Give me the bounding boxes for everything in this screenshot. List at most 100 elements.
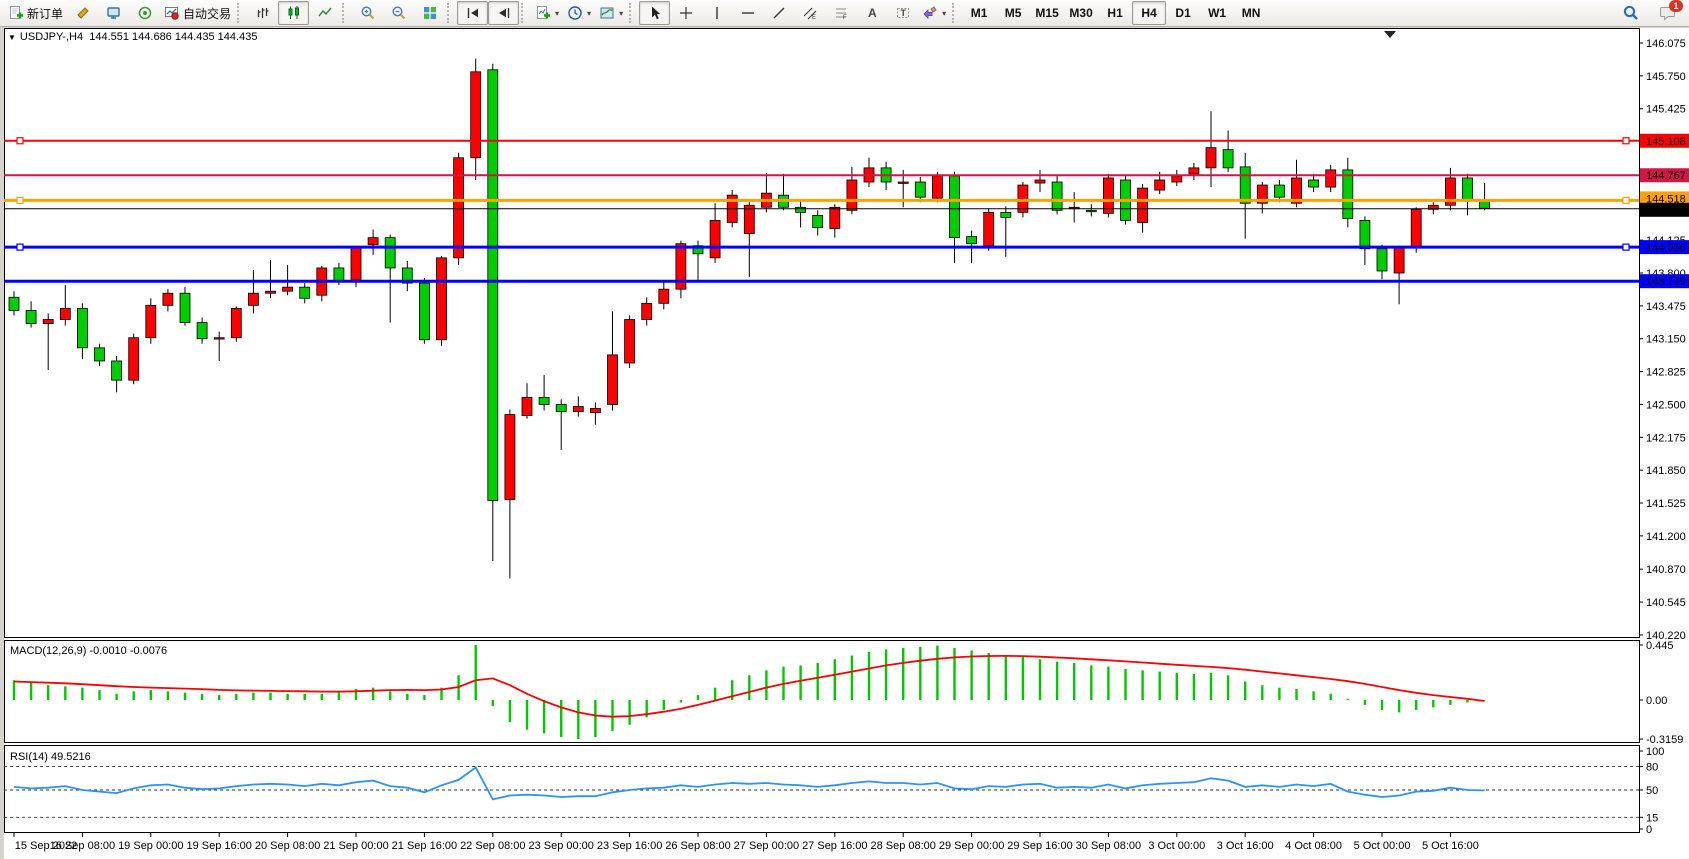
tf-m30-button-label: M30 [1069,6,1092,20]
search-button[interactable] [1615,1,1646,25]
svg-text:0.00: 0.00 [1646,695,1667,707]
tf-m1-button-label: M1 [971,6,988,20]
svg-text:27 Sep 00:00: 27 Sep 00:00 [734,840,799,852]
tf-mn-button[interactable]: MN [1234,1,1268,25]
chart-canvas[interactable]: 146.075145.750145.425145.100144.775144.4… [0,28,1689,859]
zoom-out-button[interactable] [383,1,414,25]
svg-text:30 Sep 08:00: 30 Sep 08:00 [1076,840,1141,852]
line-handle[interactable] [17,138,23,144]
svg-text:23 Sep 16:00: 23 Sep 16:00 [597,840,662,852]
svg-text:146.075: 146.075 [1646,38,1686,50]
textA-icon: A [864,5,880,21]
autoscroll-icon [465,5,481,21]
svg-text:A: A [868,6,877,20]
fibonacci-button[interactable]: F [825,1,856,25]
autotrading-button[interactable]: 自动交易 [160,1,235,25]
chevron-down-icon[interactable]: ▾ [942,9,946,18]
svg-text:145.108: 145.108 [1646,136,1686,148]
indicators-button[interactable]: ▾ [531,1,563,25]
trendline-button[interactable] [763,1,794,25]
vline-icon [709,5,725,21]
tf-m1-button[interactable]: M1 [962,1,996,25]
chart-shift-button[interactable] [488,1,519,25]
svg-text:-0.3159: -0.3159 [1646,734,1683,746]
toolbar-separator [237,3,243,23]
trendline-icon [771,5,787,21]
line-chart-button[interactable] [309,1,340,25]
zoom-in-button[interactable] [352,1,383,25]
tf-h4-button[interactable]: H4 [1132,1,1166,25]
notifications-button[interactable]: 1 [1652,1,1683,25]
tf-d1-button-label: D1 [1175,6,1190,20]
auto-scroll-button[interactable] [457,1,488,25]
collapse-triangle-icon[interactable]: ▼ [8,33,16,42]
horizontal-line-button[interactable] [732,1,763,25]
toolbar-separator [629,3,635,23]
toolbar-separator [952,3,958,23]
tf-m5-button[interactable]: M5 [996,1,1030,25]
svg-text:141.850: 141.850 [1646,465,1686,477]
svg-text:4 Oct 08:00: 4 Oct 08:00 [1285,840,1342,852]
toolbar-separator [447,3,453,23]
svg-text:0: 0 [1646,824,1652,836]
chart-symbol-period: USDJPY-,H4 [20,31,83,43]
fibo-icon: F [833,5,849,21]
svg-text:140.870: 140.870 [1646,564,1686,576]
chart-title[interactable]: ▼USDJPY-,H4 144.551 144.686 144.435 144.… [8,31,257,43]
rsi-indicator-label: RSI(14) 49.5216 [10,751,91,763]
svg-text:26 Sep 08:00: 26 Sep 08:00 [665,840,730,852]
tf-h1-button[interactable]: H1 [1098,1,1132,25]
tf-w1-button[interactable]: W1 [1200,1,1234,25]
chevron-down-icon[interactable]: ▾ [587,9,591,18]
line-handle[interactable] [1623,244,1629,250]
alerts-button[interactable] [67,1,98,25]
line-handle[interactable] [1623,197,1629,203]
svg-text:E: E [812,15,816,21]
template-icon [599,5,615,21]
svg-text:142.500: 142.500 [1646,399,1686,411]
tf-d1-button[interactable]: D1 [1166,1,1200,25]
crosshair-button[interactable] [670,1,701,25]
svg-text:80: 80 [1646,762,1658,774]
candle-chart-button[interactable] [278,1,309,25]
text-button[interactable]: A [856,1,887,25]
templates-button[interactable]: ▾ [595,1,627,25]
chevron-down-icon[interactable]: ▾ [619,9,623,18]
vertical-line-button[interactable] [701,1,732,25]
tile-windows-button[interactable] [414,1,445,25]
svg-text:T: T [900,8,906,18]
tf-m15-button[interactable]: M15 [1030,1,1064,25]
svg-text:50: 50 [1646,785,1658,797]
svg-text:16 Sep 08:00: 16 Sep 08:00 [50,840,115,852]
chevron-down-icon[interactable]: ▾ [555,9,559,18]
chart-window[interactable]: 146.075145.750145.425145.100144.775144.4… [0,28,1689,859]
svg-text:22 Sep 08:00: 22 Sep 08:00 [460,840,525,852]
new-order-button[interactable]: 新订单 [4,1,67,25]
hline-icon [740,5,756,21]
svg-text:141.525: 141.525 [1646,498,1686,510]
tf-m30-button[interactable]: M30 [1064,1,1098,25]
svg-text:140.545: 140.545 [1646,597,1686,609]
line-handle[interactable] [17,244,23,250]
shapes-button[interactable]: ▾ [918,1,950,25]
bar-chart-button[interactable] [247,1,278,25]
terminal-button[interactable] [129,1,160,25]
line-handle[interactable] [17,197,23,203]
cursor-button[interactable] [639,1,670,25]
svg-text:0.445: 0.445 [1646,640,1674,652]
monitor-icon [106,5,122,21]
svg-text:21 Sep 16:00: 21 Sep 16:00 [392,840,457,852]
navigator-button[interactable] [98,1,129,25]
label-button[interactable]: T [887,1,918,25]
svg-text:29 Sep 00:00: 29 Sep 00:00 [939,840,1004,852]
svg-text:145.425: 145.425 [1646,104,1686,116]
tile-icon [422,5,438,21]
search-icon [1622,4,1640,22]
svg-text:100: 100 [1646,746,1664,758]
new-order-button-label: 新订单 [27,5,63,22]
periods-button[interactable]: ▾ [563,1,595,25]
panel-frames [5,29,1640,833]
labelT-icon: T [895,5,911,21]
channel-button[interactable]: E [794,1,825,25]
line-handle[interactable] [1623,138,1629,144]
